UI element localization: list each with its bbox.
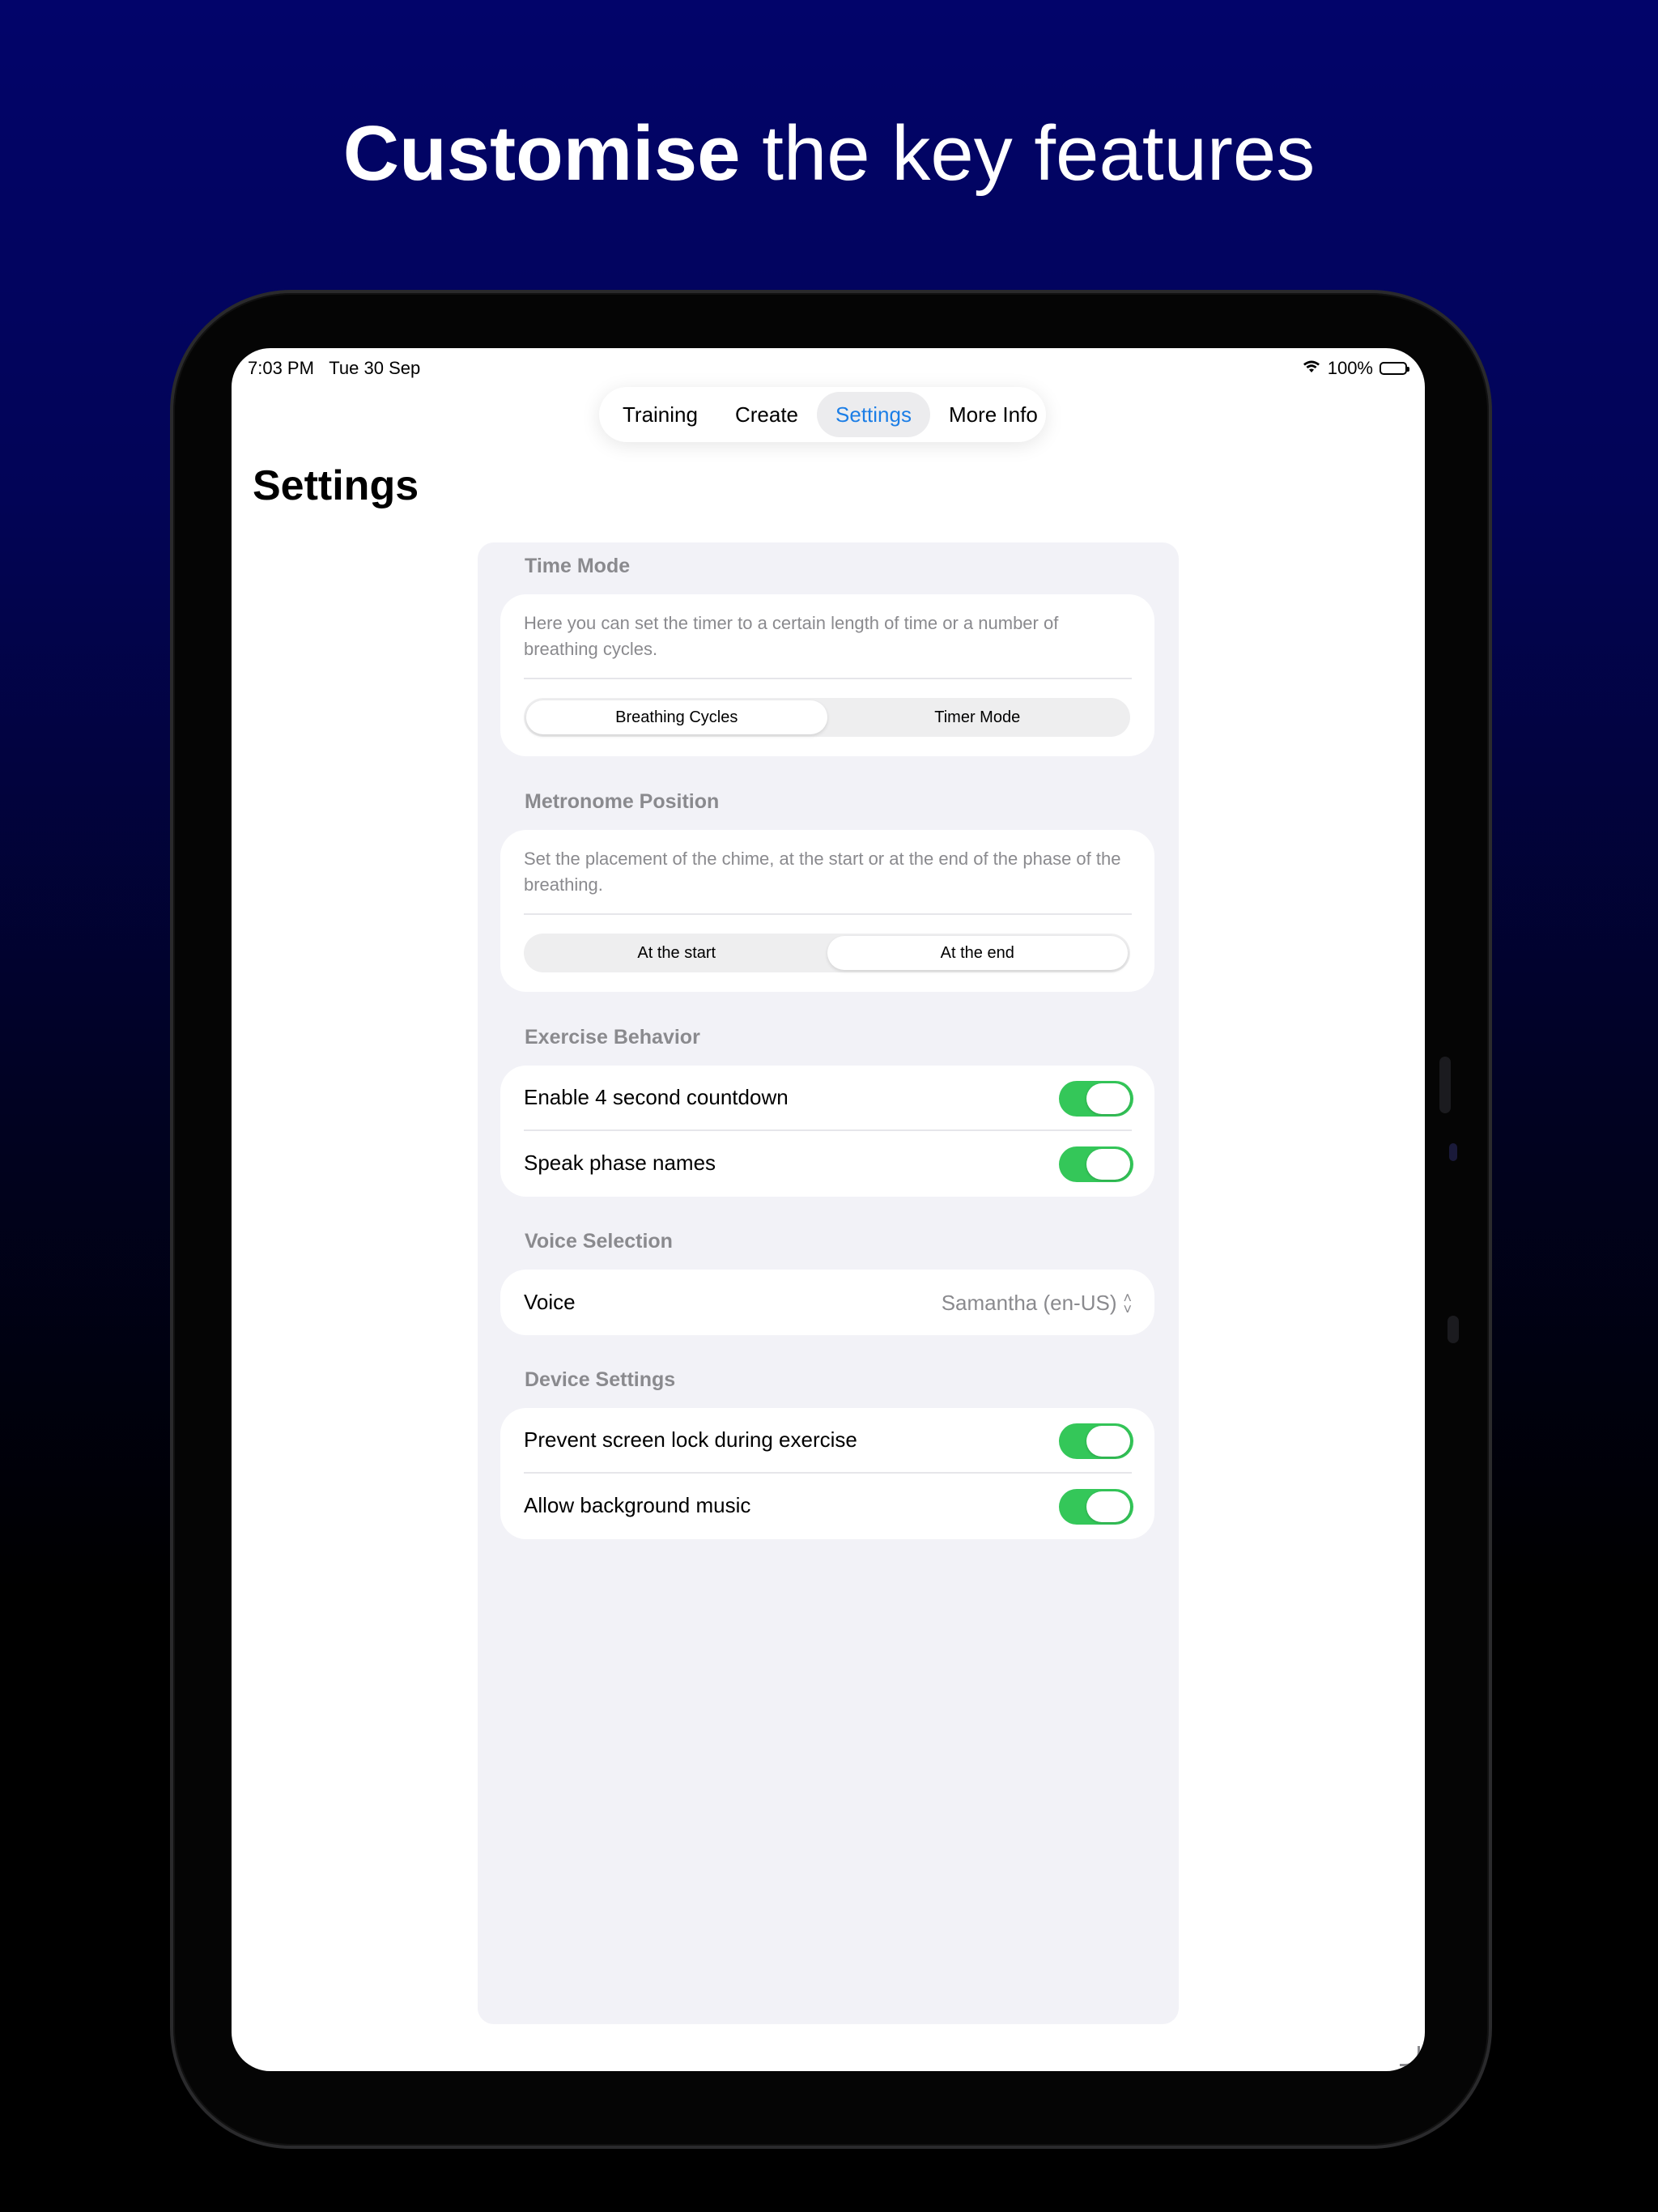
time-mode-description: Here you can set the timer to a certain … <box>524 613 1059 659</box>
segment-at-the-start[interactable]: At the start <box>526 936 827 970</box>
voice-value-text: Samantha (en-US) <box>941 1291 1117 1315</box>
top-tab-bar: Training Create Settings More Info <box>599 387 1046 442</box>
row-label-screen-lock: Prevent screen lock during exercise <box>524 1427 857 1452</box>
side-button-camera <box>1449 1143 1457 1161</box>
toggle-knob <box>1086 1083 1130 1114</box>
device-screen: 7:03 PM Tue 30 Sep 100% Training Create … <box>232 348 1425 2071</box>
headline-rest: the key features <box>740 110 1316 197</box>
headline-bold: Customise <box>342 110 741 197</box>
segment-breathing-cycles[interactable]: Breathing Cycles <box>526 700 827 734</box>
tab-more-info[interactable]: More Info <box>930 392 1056 437</box>
card-exercise: Enable 4 second countdown Speak phase na… <box>500 1066 1154 1197</box>
section-header-voice: Voice Selection <box>525 1230 673 1253</box>
section-header-exercise: Exercise Behavior <box>525 1026 700 1049</box>
toggle-speak-phase[interactable] <box>1059 1146 1133 1182</box>
divider <box>524 913 1132 915</box>
battery-icon <box>1380 362 1409 375</box>
metronome-segmented-control: At the start At the end <box>524 934 1130 972</box>
chevron-up-down-icon: ˄ ˅ <box>1123 1289 1132 1317</box>
tab-settings[interactable]: Settings <box>817 392 930 437</box>
divider <box>524 678 1132 679</box>
card-voice[interactable]: Voice Samantha (en-US) ˄ ˅ <box>500 1270 1154 1335</box>
toggle-knob <box>1086 1491 1130 1522</box>
toggle-knob <box>1086 1149 1130 1180</box>
voice-picker[interactable]: Samantha (en-US) ˄ ˅ <box>941 1289 1132 1317</box>
tab-training[interactable]: Training <box>604 392 716 437</box>
row-label-speak-phase: Speak phase names <box>524 1151 716 1175</box>
section-header-device: Device Settings <box>525 1368 676 1391</box>
segment-at-the-end[interactable]: At the end <box>827 936 1128 970</box>
side-button-bottom <box>1448 1316 1459 1343</box>
status-time-text: 7:03 PM <box>248 358 314 378</box>
toggle-knob <box>1086 1426 1130 1457</box>
segment-timer-mode[interactable]: Timer Mode <box>827 700 1129 734</box>
status-right: 100% <box>1302 358 1409 379</box>
voice-label: Voice <box>524 1290 576 1314</box>
toggle-background-music[interactable] <box>1059 1489 1133 1525</box>
status-date-text: Tue 30 Sep <box>329 358 421 378</box>
card-metronome: Set the placement of the chime, at the s… <box>500 830 1154 992</box>
tab-create[interactable]: Create <box>716 392 817 437</box>
row-label-background-music: Allow background music <box>524 1493 751 1517</box>
time-mode-segmented-control: Breathing Cycles Timer Mode <box>524 698 1130 737</box>
side-button-top <box>1439 1057 1451 1113</box>
toggle-screen-lock[interactable] <box>1059 1423 1133 1459</box>
card-device: Prevent screen lock during exercise Allo… <box>500 1408 1154 1539</box>
status-time: 7:03 PM Tue 30 Sep <box>248 358 420 379</box>
page-title: Settings <box>253 462 419 509</box>
toggle-countdown[interactable] <box>1059 1081 1133 1117</box>
settings-panel: Time Mode Here you can set the timer to … <box>478 542 1179 2024</box>
marketing-headline: Customise the key features <box>0 105 1658 202</box>
battery-percent: 100% <box>1327 358 1373 378</box>
metronome-description: Set the placement of the chime, at the s… <box>524 849 1121 895</box>
status-bar: 7:03 PM Tue 30 Sep 100% <box>232 348 1425 389</box>
row-label-countdown: Enable 4 second countdown <box>524 1085 789 1109</box>
divider <box>524 1129 1132 1131</box>
section-header-time-mode: Time Mode <box>525 555 631 577</box>
section-header-metronome: Metronome Position <box>525 790 720 813</box>
divider <box>524 1472 1132 1474</box>
card-time-mode: Here you can set the timer to a certain … <box>500 594 1154 756</box>
wifi-icon <box>1302 358 1321 379</box>
